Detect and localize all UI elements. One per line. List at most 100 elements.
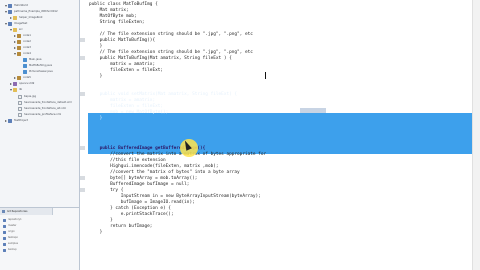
- tree-item-label: code1: [23, 34, 31, 37]
- collapse-arrow-icon[interactable]: [14, 34, 16, 37]
- project-icon: [8, 21, 12, 26]
- expand-arrow-icon[interactable]: [10, 88, 12, 91]
- tree-item[interactable]: haarcascade_frontalface_alt.xml: [14, 106, 66, 111]
- annotation-marker[interactable]: [80, 38, 85, 42]
- tree-item[interactable]: PictureViewer.java: [19, 69, 53, 74]
- tree-item[interactable]: pathname_Example_WithSrc0012: [5, 9, 58, 14]
- tree-item[interactable]: ImageTest: [5, 21, 27, 26]
- tree-item[interactable]: Main.java: [19, 57, 41, 62]
- repository-row[interactable]: repository1: [3, 218, 22, 222]
- project-icon: [8, 118, 12, 123]
- git-repositories-view: Git Repositories repository1 master origin…: [0, 207, 79, 270]
- collapse-arrow-icon[interactable]: [14, 40, 16, 43]
- java-editor[interactable]: public class MatToBufImg { Mat matrix; M…: [80, 0, 480, 270]
- annotation-marker[interactable]: [80, 188, 85, 192]
- git-repositories-tab[interactable]: Git Repositories: [0, 208, 53, 215]
- collapse-arrow-icon: [19, 70, 22, 73]
- repository-label: testrepo: [8, 236, 18, 239]
- tree-item[interactable]: src: [10, 27, 23, 32]
- repository-label: origin: [8, 230, 15, 233]
- collapse-arrow-icon: [14, 95, 17, 98]
- tree-item[interactable]: code2: [14, 39, 31, 44]
- collapse-arrow-icon[interactable]: [5, 119, 7, 122]
- tree-item[interactable]: code4: [14, 51, 31, 56]
- file-icon: [18, 106, 22, 111]
- collapse-arrow-icon: [19, 64, 22, 67]
- tree-item[interactable]: code3: [14, 45, 31, 50]
- collapse-arrow-icon: [14, 107, 17, 110]
- repository-icon: [3, 218, 6, 222]
- tree-item[interactable]: haarcascade_frontalface_default.xml: [14, 100, 72, 105]
- tree-item[interactable]: MatToBufImg.java: [19, 63, 52, 68]
- collapse-arrow-icon[interactable]: [14, 46, 16, 49]
- tree-item[interactable]: HelloWorld: [5, 3, 28, 8]
- annotation-marker[interactable]: [80, 176, 85, 180]
- tree-item-label: code5: [23, 76, 31, 79]
- package-explorer: HelloWorld pathname_Example_WithSrc0012he…: [0, 0, 80, 270]
- annotation-marker[interactable]: [80, 56, 85, 60]
- tree-item[interactable]: lib: [10, 87, 22, 92]
- java-icon: [23, 69, 27, 74]
- tree-item-label: pathname_Example_WithSrc0012: [14, 10, 58, 13]
- folder-icon: [13, 27, 17, 32]
- tree-item-label: Kapie.jpg: [24, 95, 37, 98]
- project-icon: [8, 3, 12, 8]
- tree-item-label: opencv-249: [19, 82, 35, 85]
- tree-item[interactable]: Kapie.jpg: [14, 94, 36, 99]
- collapse-arrow-icon: [14, 101, 17, 104]
- repository-label: master: [8, 224, 17, 227]
- annotation-marker[interactable]: [80, 146, 85, 150]
- collapse-arrow-icon: [19, 58, 22, 61]
- repository-row[interactable]: origin: [3, 230, 15, 234]
- expand-arrow-icon[interactable]: [5, 4, 7, 7]
- tree-item-label: code2: [23, 40, 31, 43]
- code-line: }: [89, 229, 103, 235]
- collapse-arrow-icon[interactable]: [10, 16, 12, 19]
- expand-arrow-icon[interactable]: [5, 22, 7, 25]
- expand-arrow-icon[interactable]: [10, 28, 12, 31]
- repository-icon: [3, 224, 6, 228]
- collapse-arrow-icon: [14, 113, 17, 116]
- tree-item-label: code4: [23, 52, 31, 55]
- repository-label: samples: [8, 242, 18, 245]
- tree-item[interactable]: helper_ImageRoot: [10, 15, 43, 20]
- tree-item-label: helper_ImageRoot: [19, 16, 43, 19]
- tree-item-label: haarcascade_frontalface_alt.xml: [24, 107, 66, 110]
- library-icon: [13, 81, 17, 86]
- tree-item[interactable]: TestProject: [5, 118, 28, 123]
- collapse-arrow-icon[interactable]: [10, 82, 12, 85]
- annotation-ruler: [80, 0, 85, 270]
- expand-arrow-icon[interactable]: [14, 52, 16, 55]
- repository-row[interactable]: samples: [3, 242, 18, 246]
- collapse-arrow-icon[interactable]: [14, 76, 16, 79]
- repository-row[interactable]: backup: [3, 248, 17, 252]
- package-icon: [17, 39, 21, 44]
- package-icon: [17, 45, 21, 50]
- repository-icon: [3, 230, 6, 234]
- tree-item[interactable]: haarcascade_profileface.xml: [14, 112, 61, 117]
- tree-item-label: code3: [23, 46, 31, 49]
- repository-icon: [3, 236, 6, 240]
- file-icon: [18, 94, 22, 99]
- tree-item[interactable]: code5: [14, 75, 31, 80]
- overview-ruler: [472, 0, 480, 270]
- repository-row[interactable]: master: [3, 224, 16, 228]
- git-icon: [2, 210, 5, 213]
- code-line: }: [89, 115, 103, 121]
- tree-item-label: src: [19, 28, 23, 31]
- expand-arrow-icon[interactable]: [5, 10, 7, 13]
- package-icon: [17, 75, 21, 80]
- tree-item[interactable]: opencv-249: [10, 81, 34, 86]
- tree-item-label: haarcascade_profileface.xml: [24, 113, 62, 116]
- tab-label: Git Repositories: [7, 210, 28, 213]
- repository-label: backup: [8, 248, 17, 251]
- code-line: String fileExten;: [89, 19, 145, 25]
- package-icon: [17, 51, 21, 56]
- repository-row[interactable]: testrepo: [3, 236, 18, 240]
- repository-label: repository1: [8, 218, 22, 221]
- tree-item-label: HelloWorld: [14, 4, 29, 7]
- tree-item-label: ImageTest: [14, 22, 28, 25]
- tree-item-label: haarcascade_frontalface_default.xml: [24, 101, 72, 104]
- tree-item[interactable]: code1: [14, 33, 31, 38]
- annotation-marker[interactable]: [80, 92, 85, 96]
